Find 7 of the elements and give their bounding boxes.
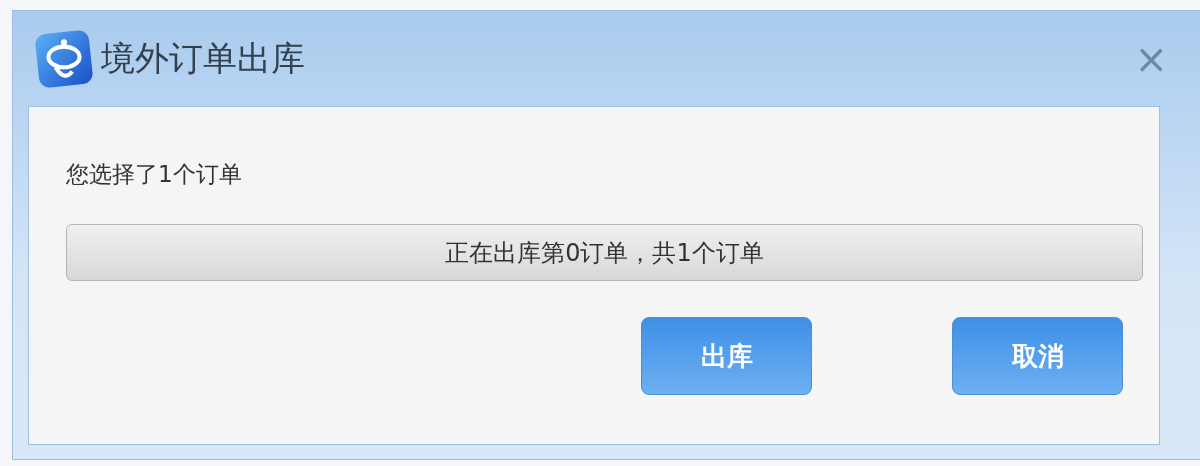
selection-message: 您选择了1个订单 (66, 160, 243, 189)
window-title: 境外订单出库 (101, 36, 306, 80)
progress-text: 正在出库第0订单，共1个订单 (445, 237, 764, 269)
outbound-button[interactable]: 出库 (641, 317, 812, 395)
app-logo-icon (35, 29, 93, 88)
close-button[interactable]: × (1128, 35, 1174, 82)
cancel-button[interactable]: 取消 (952, 317, 1123, 395)
